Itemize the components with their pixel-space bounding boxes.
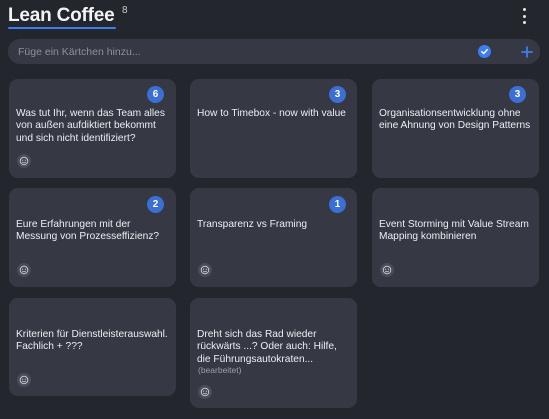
card-text: Eure Erfahrungen mit der Messung von Pro…	[16, 219, 160, 243]
emoji-reaction-icon[interactable]	[17, 154, 31, 168]
vote-count-badge: 2	[147, 196, 164, 213]
vote-count-badge: 1	[329, 196, 346, 213]
add-card-input[interactable]	[18, 42, 458, 61]
add-card-bar	[8, 39, 540, 64]
header: Lean Coffee 8	[0, 0, 549, 36]
card-text: Transparenz vs Framing	[197, 219, 308, 230]
plus-icon[interactable]	[518, 43, 536, 61]
card-text: Kriterien für Dienstleisterauswahl. Fach…	[16, 329, 168, 353]
topic-card[interactable]: 1 Transparenz vs Framing	[190, 188, 357, 287]
board-title: Lean Coffee	[8, 5, 115, 26]
card-text: Organisationsentwicklung ohne eine Ahnun…	[379, 108, 531, 132]
topic-card[interactable]: 3 How to Timebox - now with value	[190, 79, 357, 178]
topic-card[interactable]: Event Storming mit Value Stream Mapping …	[372, 188, 539, 287]
card-text: Dreht sich das Rad wieder rückwärts ...?…	[197, 329, 337, 365]
kebab-menu-icon[interactable]	[518, 8, 530, 24]
vote-count-badge: 3	[509, 86, 526, 103]
lean-coffee-board: Lean Coffee 8 6 Was tut Ihr, wenn das Te…	[0, 0, 549, 419]
topic-card[interactable]: 6 Was tut Ihr, wenn das Team alles von a…	[9, 79, 176, 178]
topic-card[interactable]: Kriterien für Dienstleisterauswahl. Fach…	[9, 298, 176, 396]
vote-count-badge: 6	[147, 86, 164, 103]
topic-card[interactable]: 3 Organisationsentwicklung ohne eine Ahn…	[372, 79, 539, 178]
emoji-reaction-icon[interactable]	[17, 373, 31, 387]
topic-card[interactable]: 2 Eure Erfahrungen mit der Messung von P…	[9, 188, 176, 287]
card-count: 8	[122, 5, 128, 16]
card-text: Was tut Ihr, wenn das Team alles von auß…	[16, 108, 165, 144]
edited-label: (bearbeitet)	[198, 365, 242, 375]
card-text: How to Timebox - now with value	[197, 108, 346, 119]
card-text: Event Storming mit Value Stream Mapping …	[379, 219, 529, 243]
topic-card[interactable]: Dreht sich das Rad wieder rückwärts ...?…	[190, 298, 357, 408]
emoji-reaction-icon[interactable]	[198, 385, 212, 399]
title-underline	[8, 27, 116, 29]
vote-count-badge: 3	[329, 86, 346, 103]
emoji-reaction-icon[interactable]	[380, 263, 394, 277]
emoji-reaction-icon[interactable]	[198, 263, 212, 277]
check-circle-icon[interactable]	[478, 45, 491, 58]
emoji-reaction-icon[interactable]	[17, 263, 31, 277]
